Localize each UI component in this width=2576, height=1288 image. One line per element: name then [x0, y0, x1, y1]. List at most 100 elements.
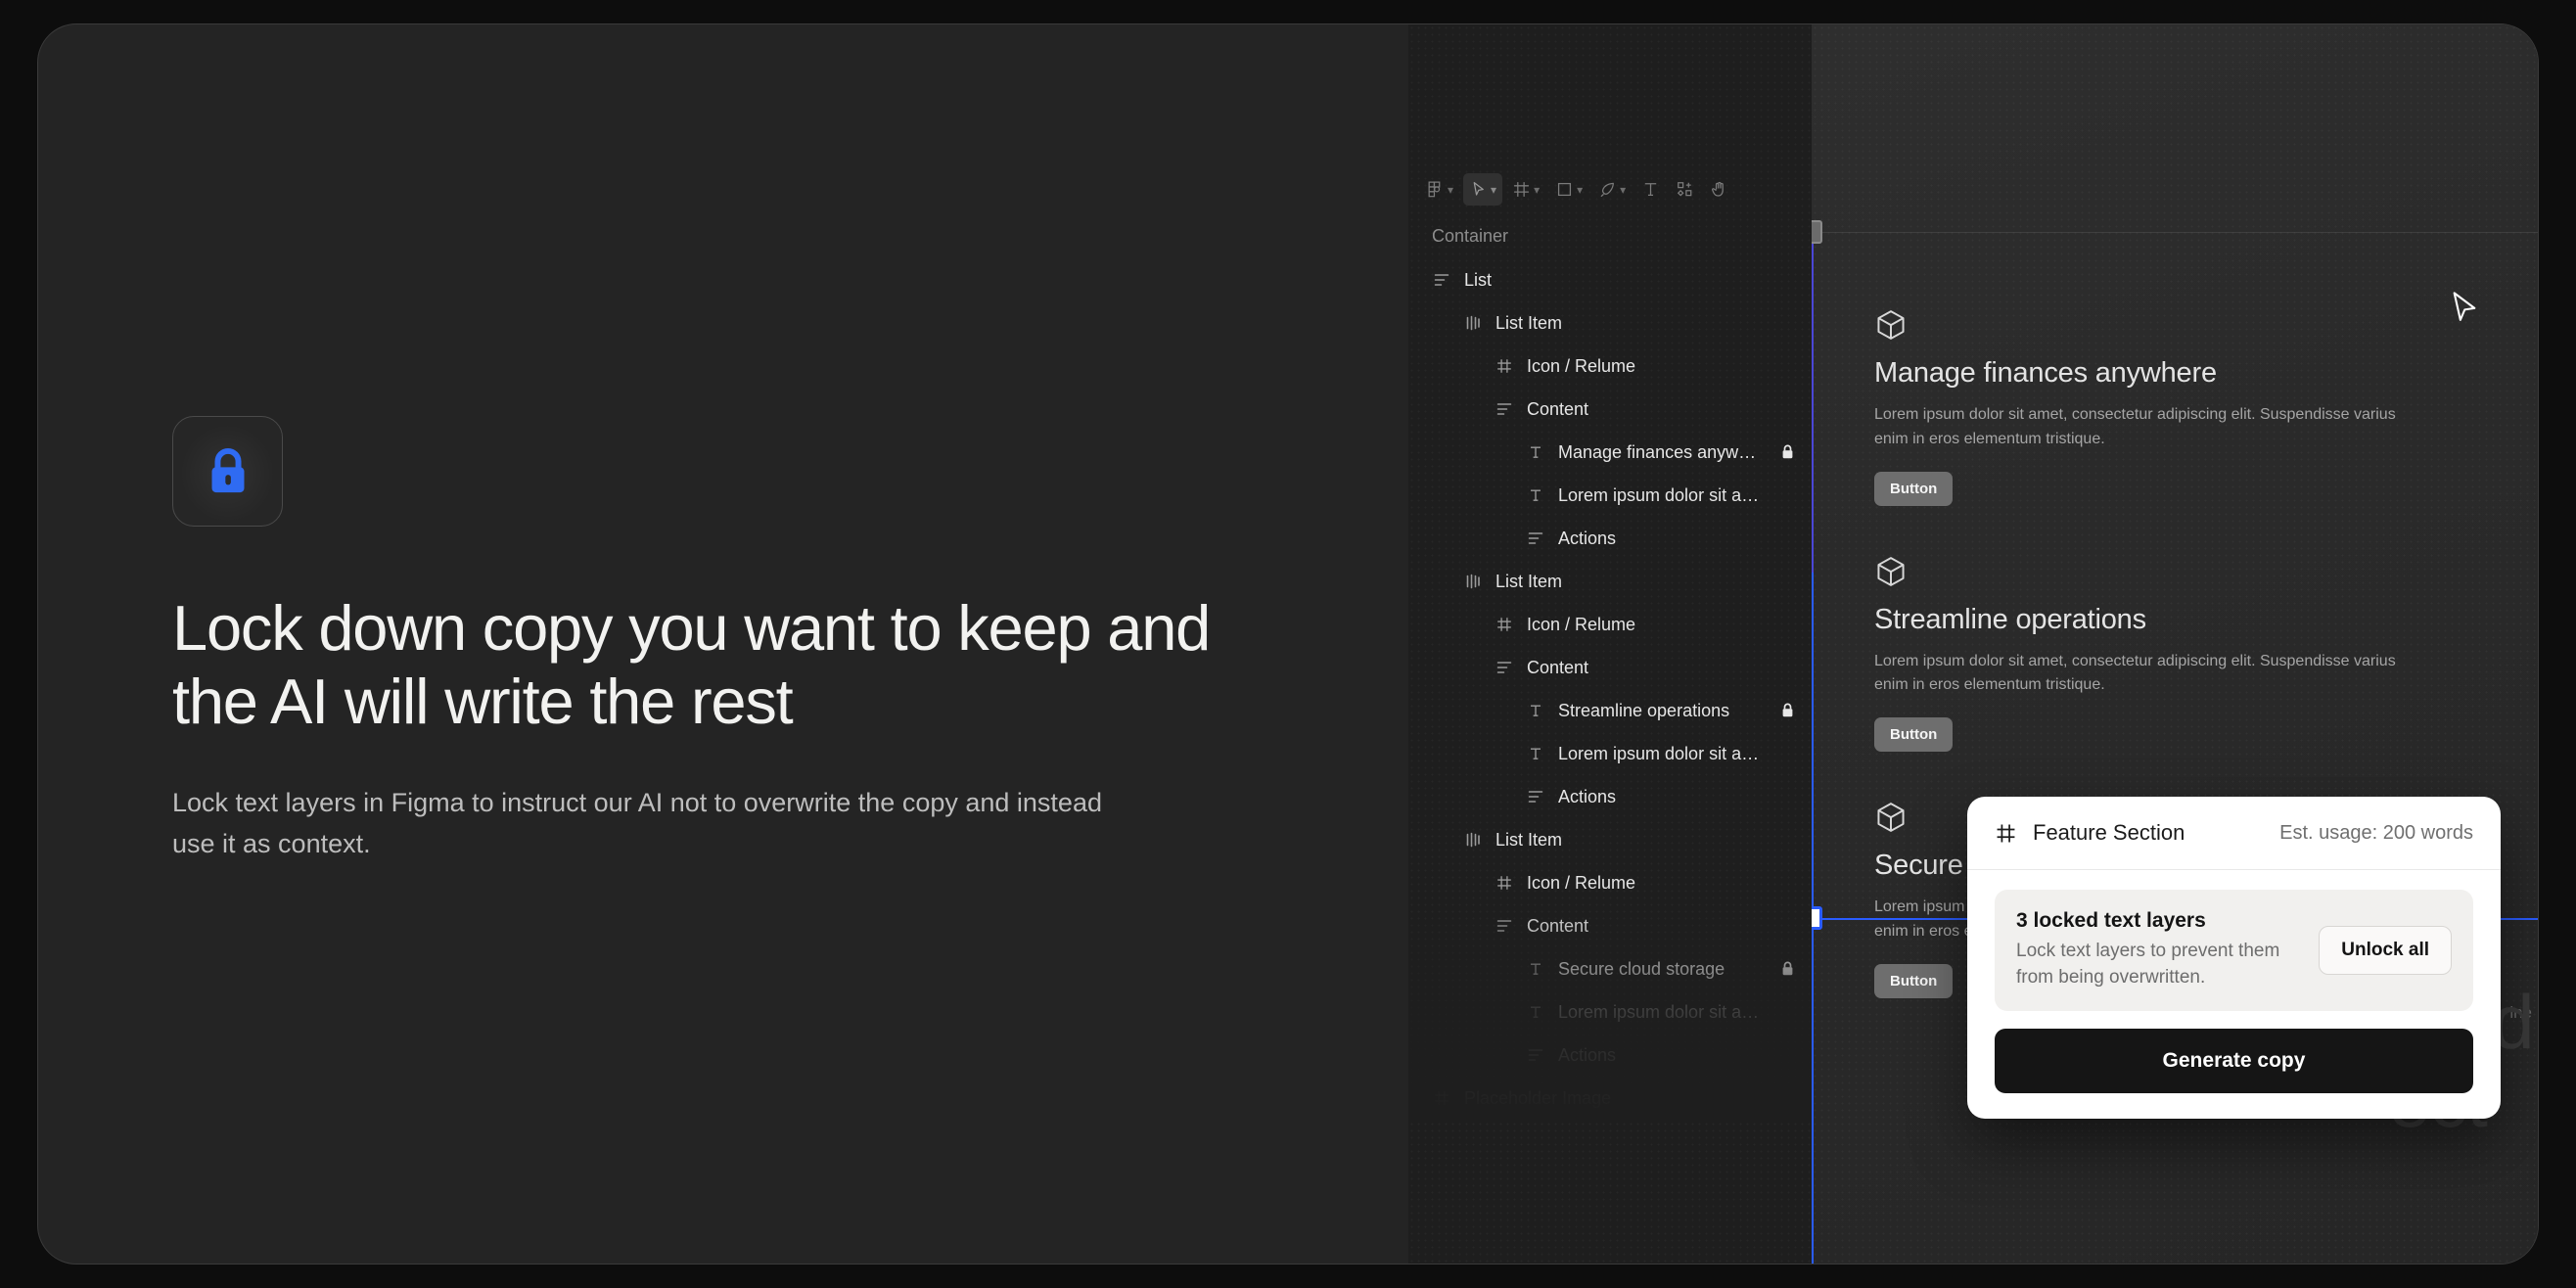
layer-row[interactable]: Icon / Relume	[1408, 861, 1812, 904]
generate-copy-popup: Feature Section Est. usage: 200 words 3 …	[1967, 797, 2501, 1119]
layer-label: Actions	[1558, 1044, 1617, 1065]
selection-handle-bottom-left[interactable]	[1812, 906, 1822, 930]
layer-row[interactable]: Actions	[1408, 517, 1812, 560]
layer-label: Placeholder Image	[1464, 1087, 1612, 1108]
variant-icon	[1463, 831, 1483, 849]
autolayout-icon	[1495, 400, 1514, 418]
notice-description: Lock text layers to prevent them from be…	[2016, 941, 2280, 988]
layer-row[interactable]: Content	[1408, 904, 1812, 947]
text-icon	[1526, 486, 1545, 504]
layer-row[interactable]: List Item	[1408, 301, 1812, 345]
autolayout-icon	[1432, 271, 1451, 289]
figma-logo-icon[interactable]: ▾	[1420, 173, 1459, 206]
cube-icon	[1874, 555, 2481, 588]
lock-icon[interactable]	[1778, 703, 1796, 718]
chevron-down-icon: ▾	[1491, 182, 1497, 197]
page-subtitle: Lock text layers in Figma to instruct ou…	[172, 787, 1102, 859]
layer-label: Lorem ipsum dolor sit amet, conse…	[1558, 1001, 1766, 1022]
popup-title: Feature Section	[2033, 820, 2185, 845]
layer-row[interactable]: Placeholder Image	[1408, 1077, 1812, 1120]
layer-row[interactable]: Streamline operations	[1408, 689, 1812, 732]
layer-row[interactable]: Secure cloud storage	[1408, 947, 1812, 990]
hero-copy-column: Lock down copy you want to keep and the …	[172, 416, 1249, 865]
layer-row[interactable]: Icon / Relume	[1408, 345, 1812, 388]
text-icon	[1526, 960, 1545, 978]
layer-row[interactable]: Lorem ipsum dolor sit amet, conse…	[1408, 990, 1812, 1034]
selection-handle-top-left[interactable]	[1812, 220, 1822, 244]
layer-label: Lorem ipsum dolor sit amet, conse…	[1558, 484, 1766, 505]
layer-label: Icon / Relume	[1527, 614, 1636, 634]
text-icon	[1526, 1003, 1545, 1021]
component-icon	[1995, 822, 2017, 845]
feature-card-button[interactable]: Button	[1874, 471, 1954, 506]
popup-footer: Generate copy	[1967, 1011, 2501, 1119]
hand-tool-icon[interactable]	[1704, 173, 1734, 206]
layer-label: Content	[1527, 657, 1589, 677]
figma-toolbar: ▾ ▾ ▾ ▾ ▾	[1420, 173, 1734, 206]
layer-row[interactable]: Actions	[1408, 1034, 1812, 1077]
lock-icon[interactable]	[1778, 444, 1796, 460]
text-icon	[1526, 745, 1545, 762]
autolayout-icon	[1495, 659, 1514, 676]
chevron-down-icon: ▾	[1620, 182, 1627, 197]
text-icon	[1526, 702, 1545, 719]
layer-label: Content	[1527, 398, 1589, 419]
components-icon[interactable]	[1670, 173, 1700, 206]
layer-row[interactable]: Content	[1408, 646, 1812, 689]
feature-card: Manage finances anywhere Lorem ipsum dolo…	[1874, 308, 2481, 506]
variant-icon	[1463, 573, 1483, 590]
text-tool-icon[interactable]	[1635, 173, 1666, 206]
layer-row[interactable]: Icon / Relume	[1408, 603, 1812, 646]
autolayout-icon	[1526, 1046, 1545, 1064]
frame-tool-icon[interactable]: ▾	[1506, 173, 1545, 206]
layer-label: List Item	[1495, 571, 1563, 591]
feature-card: Streamline operations Lorem ipsum dolor s…	[1874, 555, 2481, 753]
layer-label: Content	[1527, 915, 1589, 936]
layer-row[interactable]: List	[1408, 258, 1812, 301]
layer-row[interactable]: Lorem ipsum dolor sit amet, conse…	[1408, 474, 1812, 517]
hero-card: Lock down copy you want to keep and the …	[37, 23, 2539, 1265]
layer-row[interactable]: Manage finances anywhere	[1408, 431, 1812, 474]
layer-label: Secure cloud storage	[1558, 958, 1725, 979]
chevron-down-icon: ▾	[1448, 182, 1454, 197]
move-tool-icon[interactable]: ▾	[1463, 173, 1503, 206]
layer-label: List Item	[1495, 829, 1563, 850]
locked-layers-notice: 3 locked text layers Lock text layers to…	[1995, 890, 2473, 1011]
layer-row[interactable]: List Item	[1408, 818, 1812, 861]
chevron-down-icon: ▾	[1577, 182, 1584, 197]
feature-card-title: Streamline operations	[1874, 603, 2146, 635]
feature-card-body: Lorem ipsum dolor sit amet, consectetur …	[1874, 652, 2396, 694]
layer-label: Icon / Relume	[1527, 355, 1636, 376]
feature-card-button[interactable]: Button	[1874, 963, 1954, 998]
pen-tool-icon[interactable]: ▾	[1592, 173, 1632, 206]
layer-label: Actions	[1558, 528, 1617, 548]
autolayout-icon	[1526, 788, 1545, 805]
notice-text: 3 locked text layers Lock text layers to…	[2016, 909, 2301, 991]
generate-copy-button[interactable]: Generate copy	[1995, 1028, 2473, 1093]
layer-label: Actions	[1558, 786, 1617, 806]
layer-row[interactable]: Lorem ipsum dolor sit amet, conse…	[1408, 732, 1812, 775]
layer-label: Icon / Relume	[1527, 872, 1636, 893]
unlock-all-button[interactable]: Unlock all	[2319, 925, 2452, 975]
feature-card-button[interactable]: Button	[1874, 717, 1954, 753]
component-icon	[1432, 1089, 1451, 1107]
popup-header: Feature Section Est. usage: 200 words	[1967, 797, 2501, 870]
notice-title: 3 locked text layers	[2016, 909, 2206, 932]
feature-card-title: Manage finances anywhere	[1874, 357, 2217, 389]
lock-icon[interactable]	[1778, 961, 1796, 977]
figma-mock: ▾ ▾ ▾ ▾ ▾ Container List List Item Icon …	[1408, 24, 2538, 1264]
layers-panel: Container List List Item Icon / Relume Cont…	[1408, 218, 1812, 1264]
layer-label: Manage finances anywhere	[1558, 441, 1766, 462]
layer-label: Lorem ipsum dolor sit amet, conse…	[1558, 743, 1766, 763]
layer-row[interactable]: Actions	[1408, 775, 1812, 818]
popup-usage: Est. usage: 200 words	[2279, 821, 2473, 844]
layer-row[interactable]: List Item	[1408, 560, 1812, 603]
lock-icon	[206, 447, 251, 496]
page-title: Lock down copy you want to keep and the …	[172, 592, 1211, 738]
text-icon	[1526, 443, 1545, 461]
layer-label: List	[1464, 269, 1493, 290]
layer-row[interactable]: Content	[1408, 388, 1812, 431]
selection-line-top	[1812, 232, 2538, 233]
layers-list: List List Item Icon / Relume Content Manage …	[1408, 258, 1812, 1120]
shape-tool-icon[interactable]: ▾	[1549, 173, 1588, 206]
